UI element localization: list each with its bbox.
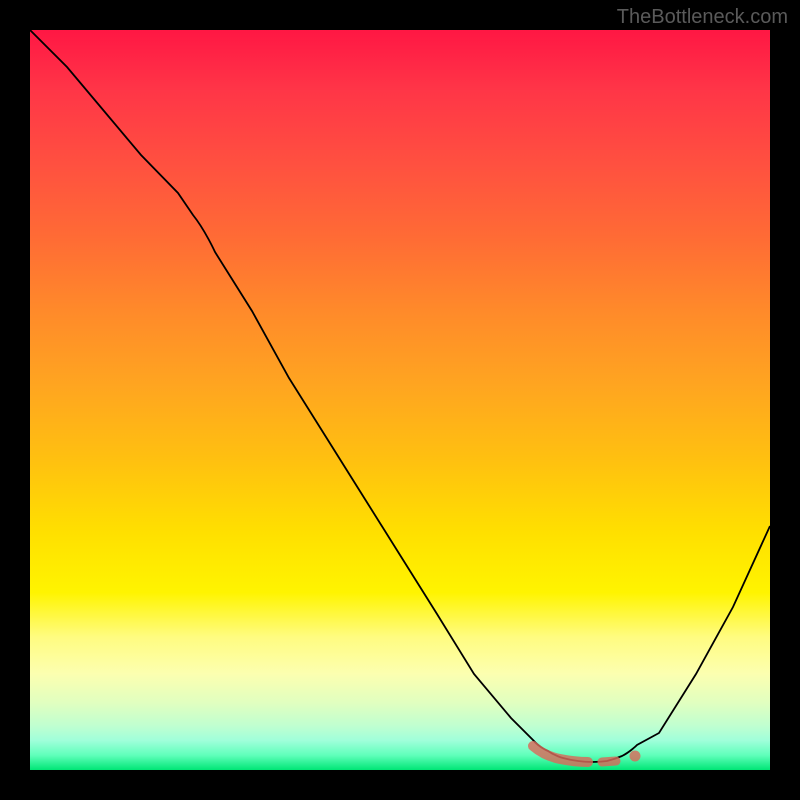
chart-svg	[30, 30, 770, 770]
watermark-text: TheBottleneck.com	[617, 6, 788, 29]
bottleneck-curve-line	[30, 30, 770, 762]
optimal-point-dot	[630, 751, 641, 762]
chart-plot-area	[30, 30, 770, 770]
optimal-range-marker	[533, 746, 588, 762]
optimal-point-dash	[602, 761, 616, 762]
